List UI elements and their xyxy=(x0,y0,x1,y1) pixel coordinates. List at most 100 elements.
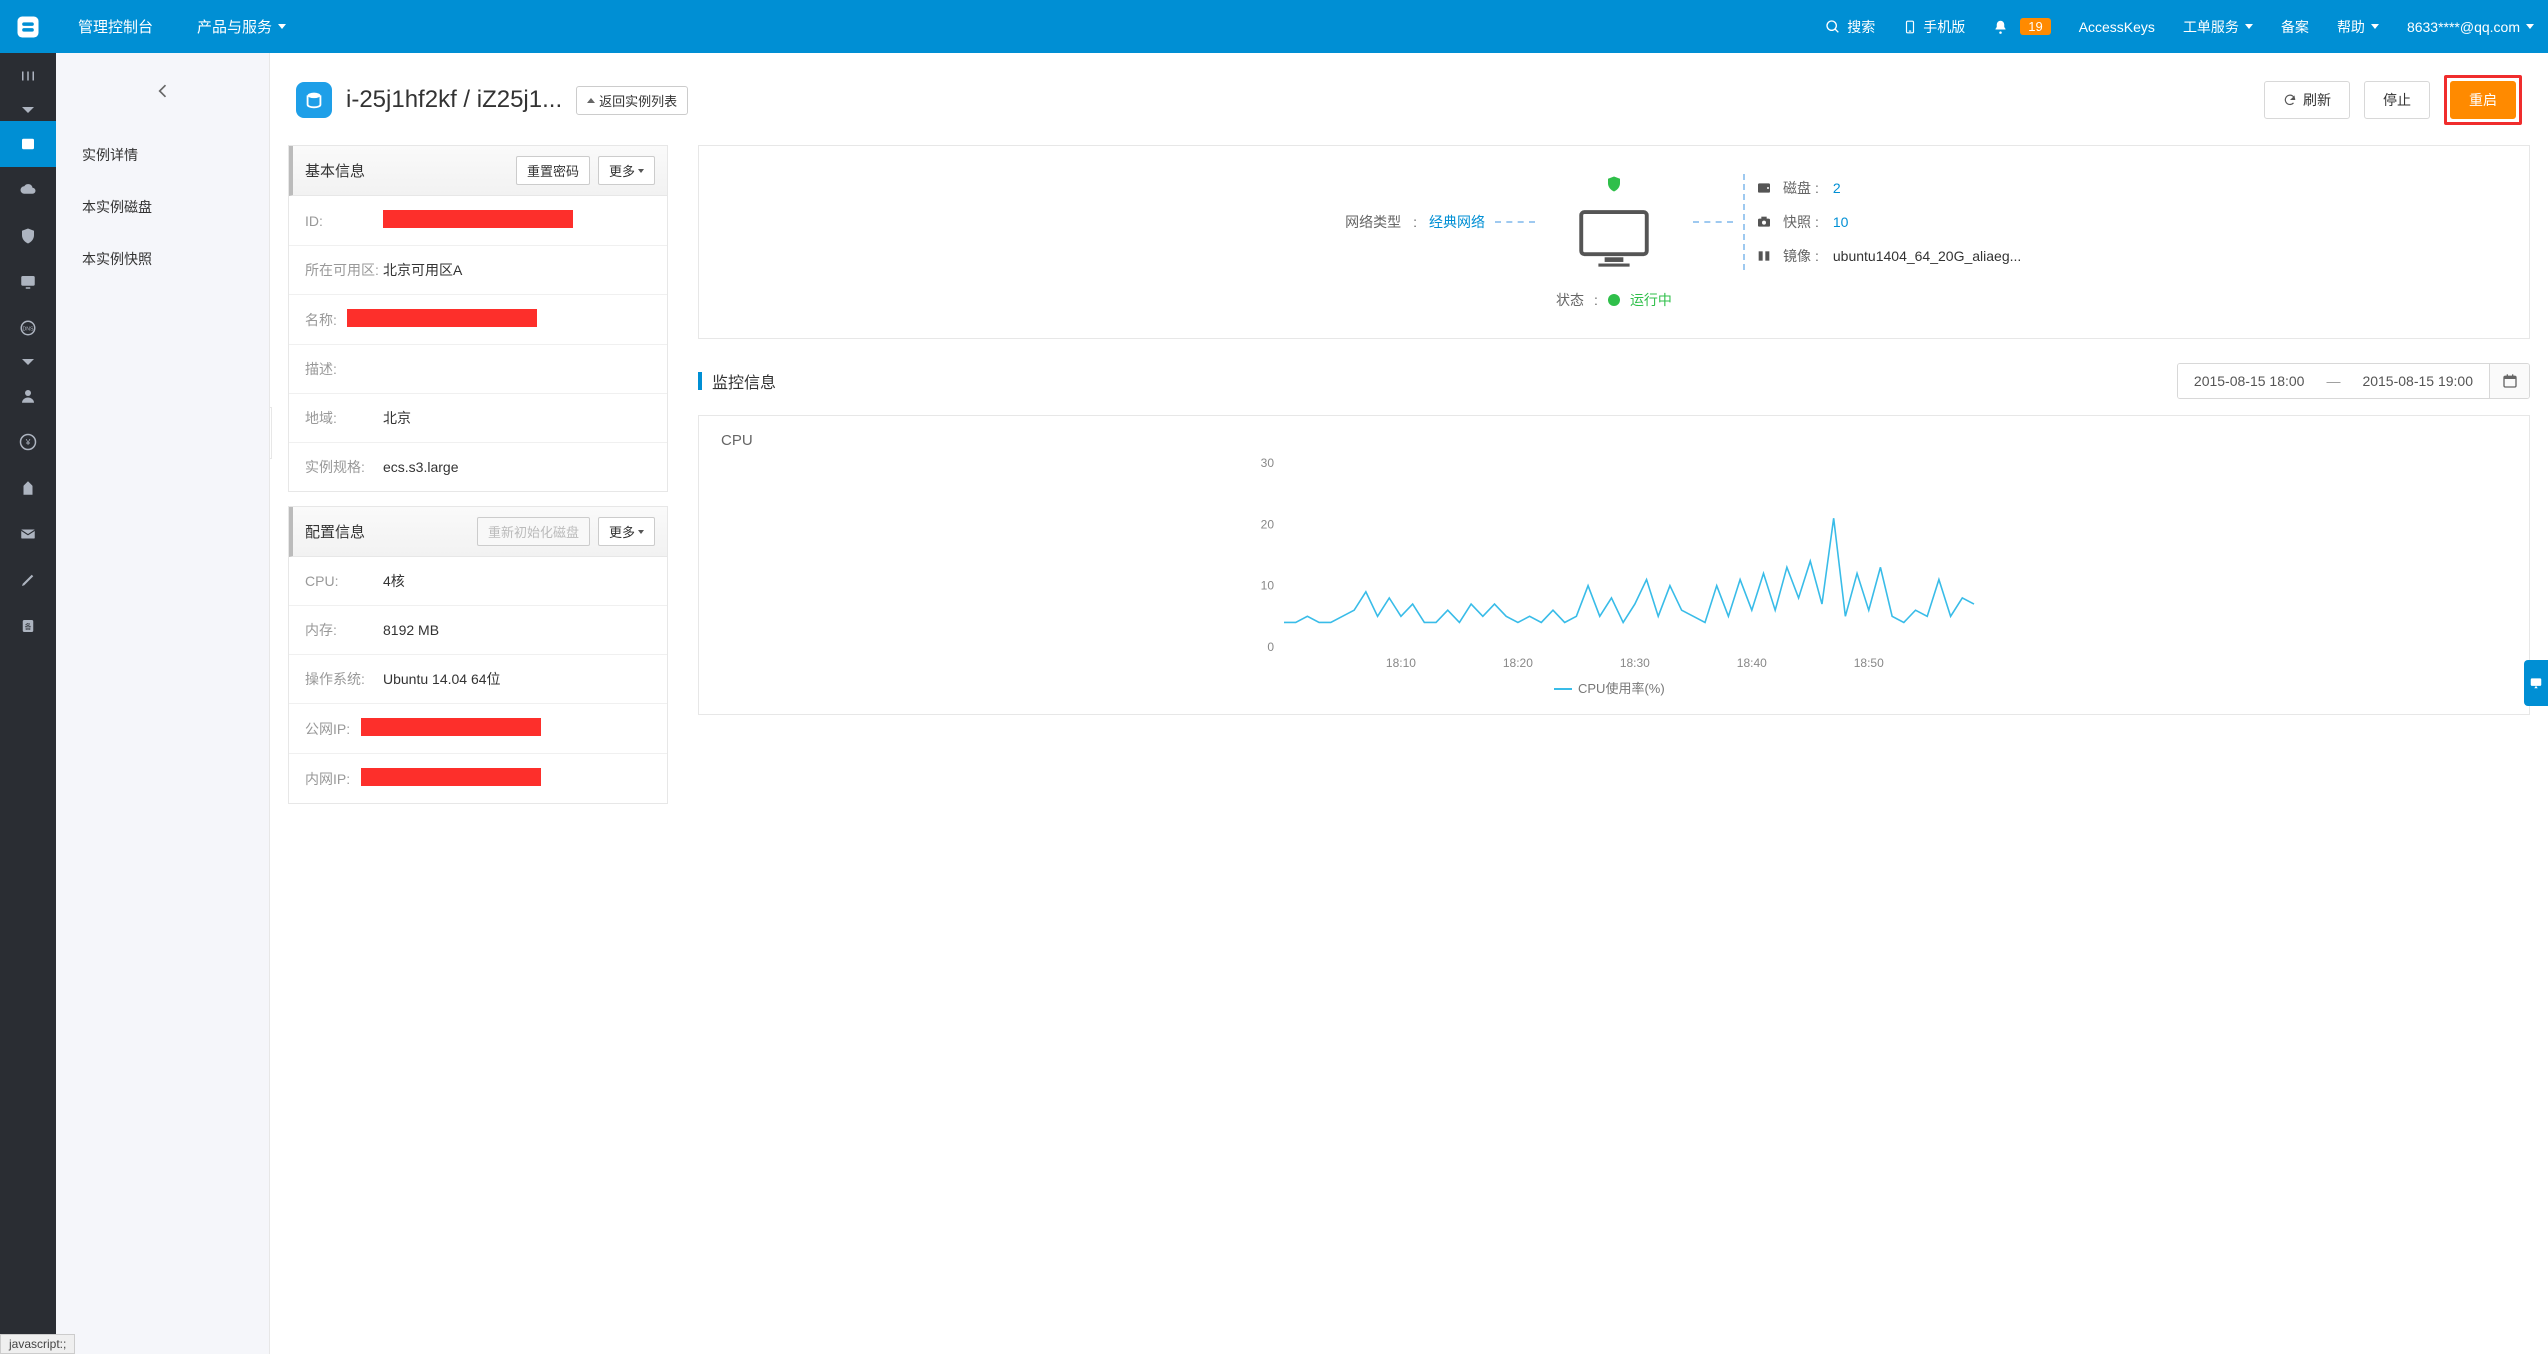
net-type-label: 网络类型 xyxy=(1345,212,1401,232)
rail-caret-1[interactable] xyxy=(0,99,56,121)
user-dropdown[interactable]: 8633****@qq.com xyxy=(2393,0,2548,53)
instance-icon xyxy=(296,82,332,118)
overview-image-row: 镜像 ubuntu1404_64_20G_aliaeg... xyxy=(1755,246,2025,266)
bell-icon xyxy=(1993,19,2008,35)
svg-text:0: 0 xyxy=(1267,640,1274,654)
redacted-id xyxy=(383,210,573,228)
rail-resource[interactable] xyxy=(0,465,56,511)
basic-more-dropdown[interactable]: 更多 xyxy=(598,156,655,185)
refresh-button[interactable]: 刷新 xyxy=(2264,81,2350,119)
disk-count-link[interactable]: 2 xyxy=(1833,180,1841,196)
caret-down-icon xyxy=(638,169,644,173)
mobile-icon xyxy=(1903,19,1917,35)
sidenav-instance-snapshots[interactable]: 本实例快照 xyxy=(56,233,269,285)
console-link[interactable]: 管理控制台 xyxy=(56,0,175,53)
back-button[interactable] xyxy=(56,53,269,129)
rail-ecs[interactable] xyxy=(0,121,56,167)
svg-text:DNS: DNS xyxy=(22,326,34,332)
rail-edit[interactable] xyxy=(0,557,56,603)
monitor-header: 监控信息 2015-08-15 18:00 — 2015-08-15 19:00 xyxy=(698,363,2530,399)
cpu-chart: 010203018:1018:2018:3018:4018:50CPU使用率(%… xyxy=(703,453,2525,703)
rail-user[interactable] xyxy=(0,373,56,419)
svg-text:¥: ¥ xyxy=(25,438,31,447)
search-button[interactable]: 搜索 xyxy=(1811,0,1889,53)
products-dropdown[interactable]: 产品与服务 xyxy=(175,0,308,53)
rail-shield[interactable] xyxy=(0,213,56,259)
config-more-dropdown[interactable]: 更多 xyxy=(598,517,655,546)
rail-monitor[interactable] xyxy=(0,259,56,305)
search-icon xyxy=(1825,19,1841,35)
collapse-sidenav-handle[interactable] xyxy=(270,407,272,459)
monitor-icon xyxy=(1575,204,1653,270)
config-info-title: 配置信息 xyxy=(305,521,365,542)
svg-text:30: 30 xyxy=(1261,456,1275,470)
range-from: 2015-08-15 18:00 xyxy=(2178,364,2321,398)
overview-snapshot-row: 快照 10 xyxy=(1755,212,2025,232)
top-bar: 管理控制台 产品与服务 搜索 手机版 19 AccessKeys 工单服务 备案… xyxy=(0,0,2548,53)
rail-message[interactable] xyxy=(0,511,56,557)
page-title: i-25j1hf2kf / iZ25j1... xyxy=(346,86,562,114)
config-row-cpu: CPU4核 xyxy=(289,557,667,606)
basic-row-zone: 所在可用区北京可用区A xyxy=(289,246,667,295)
svg-text:18:10: 18:10 xyxy=(1386,656,1416,670)
config-row-mem: 内存8192 MB xyxy=(289,606,667,655)
brand-logo[interactable] xyxy=(0,0,56,53)
help-dropdown[interactable]: 帮助 xyxy=(2323,0,2393,53)
refresh-icon xyxy=(2283,93,2297,107)
rail-caret-2[interactable] xyxy=(0,351,56,373)
notifications-button[interactable]: 19 xyxy=(1979,0,2064,53)
monitor-title: 监控信息 xyxy=(712,369,2167,393)
main-area: DNS ¥ 备 实例详情 本实例磁盘 本实例快照 i-25j1hf2kf / i… xyxy=(0,53,2548,1354)
basic-row-spec: 实例规格ecs.s3.large xyxy=(289,443,667,491)
overview-card: 网络类型: 经典网络 xyxy=(698,145,2530,339)
reinit-disk-button: 重新初始化磁盘 xyxy=(477,517,590,546)
rail-billing[interactable]: ¥ xyxy=(0,419,56,465)
sidenav-instance-detail[interactable]: 实例详情 xyxy=(56,129,269,181)
svg-text:18:30: 18:30 xyxy=(1620,656,1650,670)
rail-dns[interactable]: DNS xyxy=(0,305,56,351)
svg-text:20: 20 xyxy=(1261,517,1275,531)
content: i-25j1hf2kf / iZ25j1... 返回实例列表 刷新 停止 重启 … xyxy=(270,53,2548,1354)
restart-button[interactable]: 重启 xyxy=(2450,81,2516,119)
cpu-chart-title: CPU xyxy=(703,432,2525,453)
rail-cloud[interactable] xyxy=(0,167,56,213)
feedback-tab[interactable] xyxy=(2524,660,2548,706)
beian-link[interactable]: 备案 xyxy=(2267,0,2323,53)
basic-row-region: 地域北京 xyxy=(289,394,667,443)
net-type-value[interactable]: 经典网络 xyxy=(1429,212,1485,232)
ticket-dropdown[interactable]: 工单服务 xyxy=(2169,0,2267,53)
disk-icon xyxy=(1755,180,1773,196)
rail-backup[interactable]: 备 xyxy=(0,603,56,649)
back-to-list-button[interactable]: 返回实例列表 xyxy=(576,86,688,115)
service-rail: DNS ¥ 备 xyxy=(0,53,56,1354)
calendar-icon[interactable] xyxy=(2489,364,2529,398)
basic-info-title: 基本信息 xyxy=(305,160,365,181)
stop-button[interactable]: 停止 xyxy=(2364,81,2430,119)
rail-menu-toggle[interactable] xyxy=(0,53,56,99)
shield-icon xyxy=(1605,175,1623,196)
snapshot-count-link[interactable]: 10 xyxy=(1833,214,1849,230)
reset-password-button[interactable]: 重置密码 xyxy=(516,156,590,185)
accesskeys-link[interactable]: AccessKeys xyxy=(2065,0,2169,53)
cpu-chart-card: CPU 010203018:1018:2018:3018:4018:50CPU使… xyxy=(698,415,2530,715)
basic-row-desc: 描述 xyxy=(289,345,667,394)
up-arrow-icon xyxy=(587,98,595,103)
svg-text:18:40: 18:40 xyxy=(1737,656,1767,670)
svg-text:10: 10 xyxy=(1261,579,1275,593)
overview-status: 状态: 运行中 xyxy=(735,290,2493,310)
date-range-picker[interactable]: 2015-08-15 18:00 — 2015-08-15 19:00 xyxy=(2177,363,2530,399)
image-value: ubuntu1404_64_20G_aliaeg... xyxy=(1833,248,2021,264)
caret-down-icon xyxy=(638,530,644,534)
mobile-link[interactable]: 手机版 xyxy=(1889,0,1979,53)
svg-text:18:20: 18:20 xyxy=(1503,656,1533,670)
chevron-left-icon xyxy=(153,81,173,101)
notif-badge: 19 xyxy=(2020,18,2050,35)
browser-statusbar: javascript:; xyxy=(0,1334,75,1354)
sidenav-instance-disks[interactable]: 本实例磁盘 xyxy=(56,181,269,233)
basic-info-panel: 基本信息 重置密码 更多 ID 所在可用区北京可用区A 名称 描述 地域北京 实… xyxy=(288,145,668,492)
config-row-priip: 内网IP xyxy=(289,754,667,803)
basic-row-id: ID xyxy=(289,196,667,246)
overview-disk-row: 磁盘 2 xyxy=(1755,178,2025,198)
redacted-public-ip xyxy=(361,718,541,736)
status-dot-icon xyxy=(1608,294,1620,306)
